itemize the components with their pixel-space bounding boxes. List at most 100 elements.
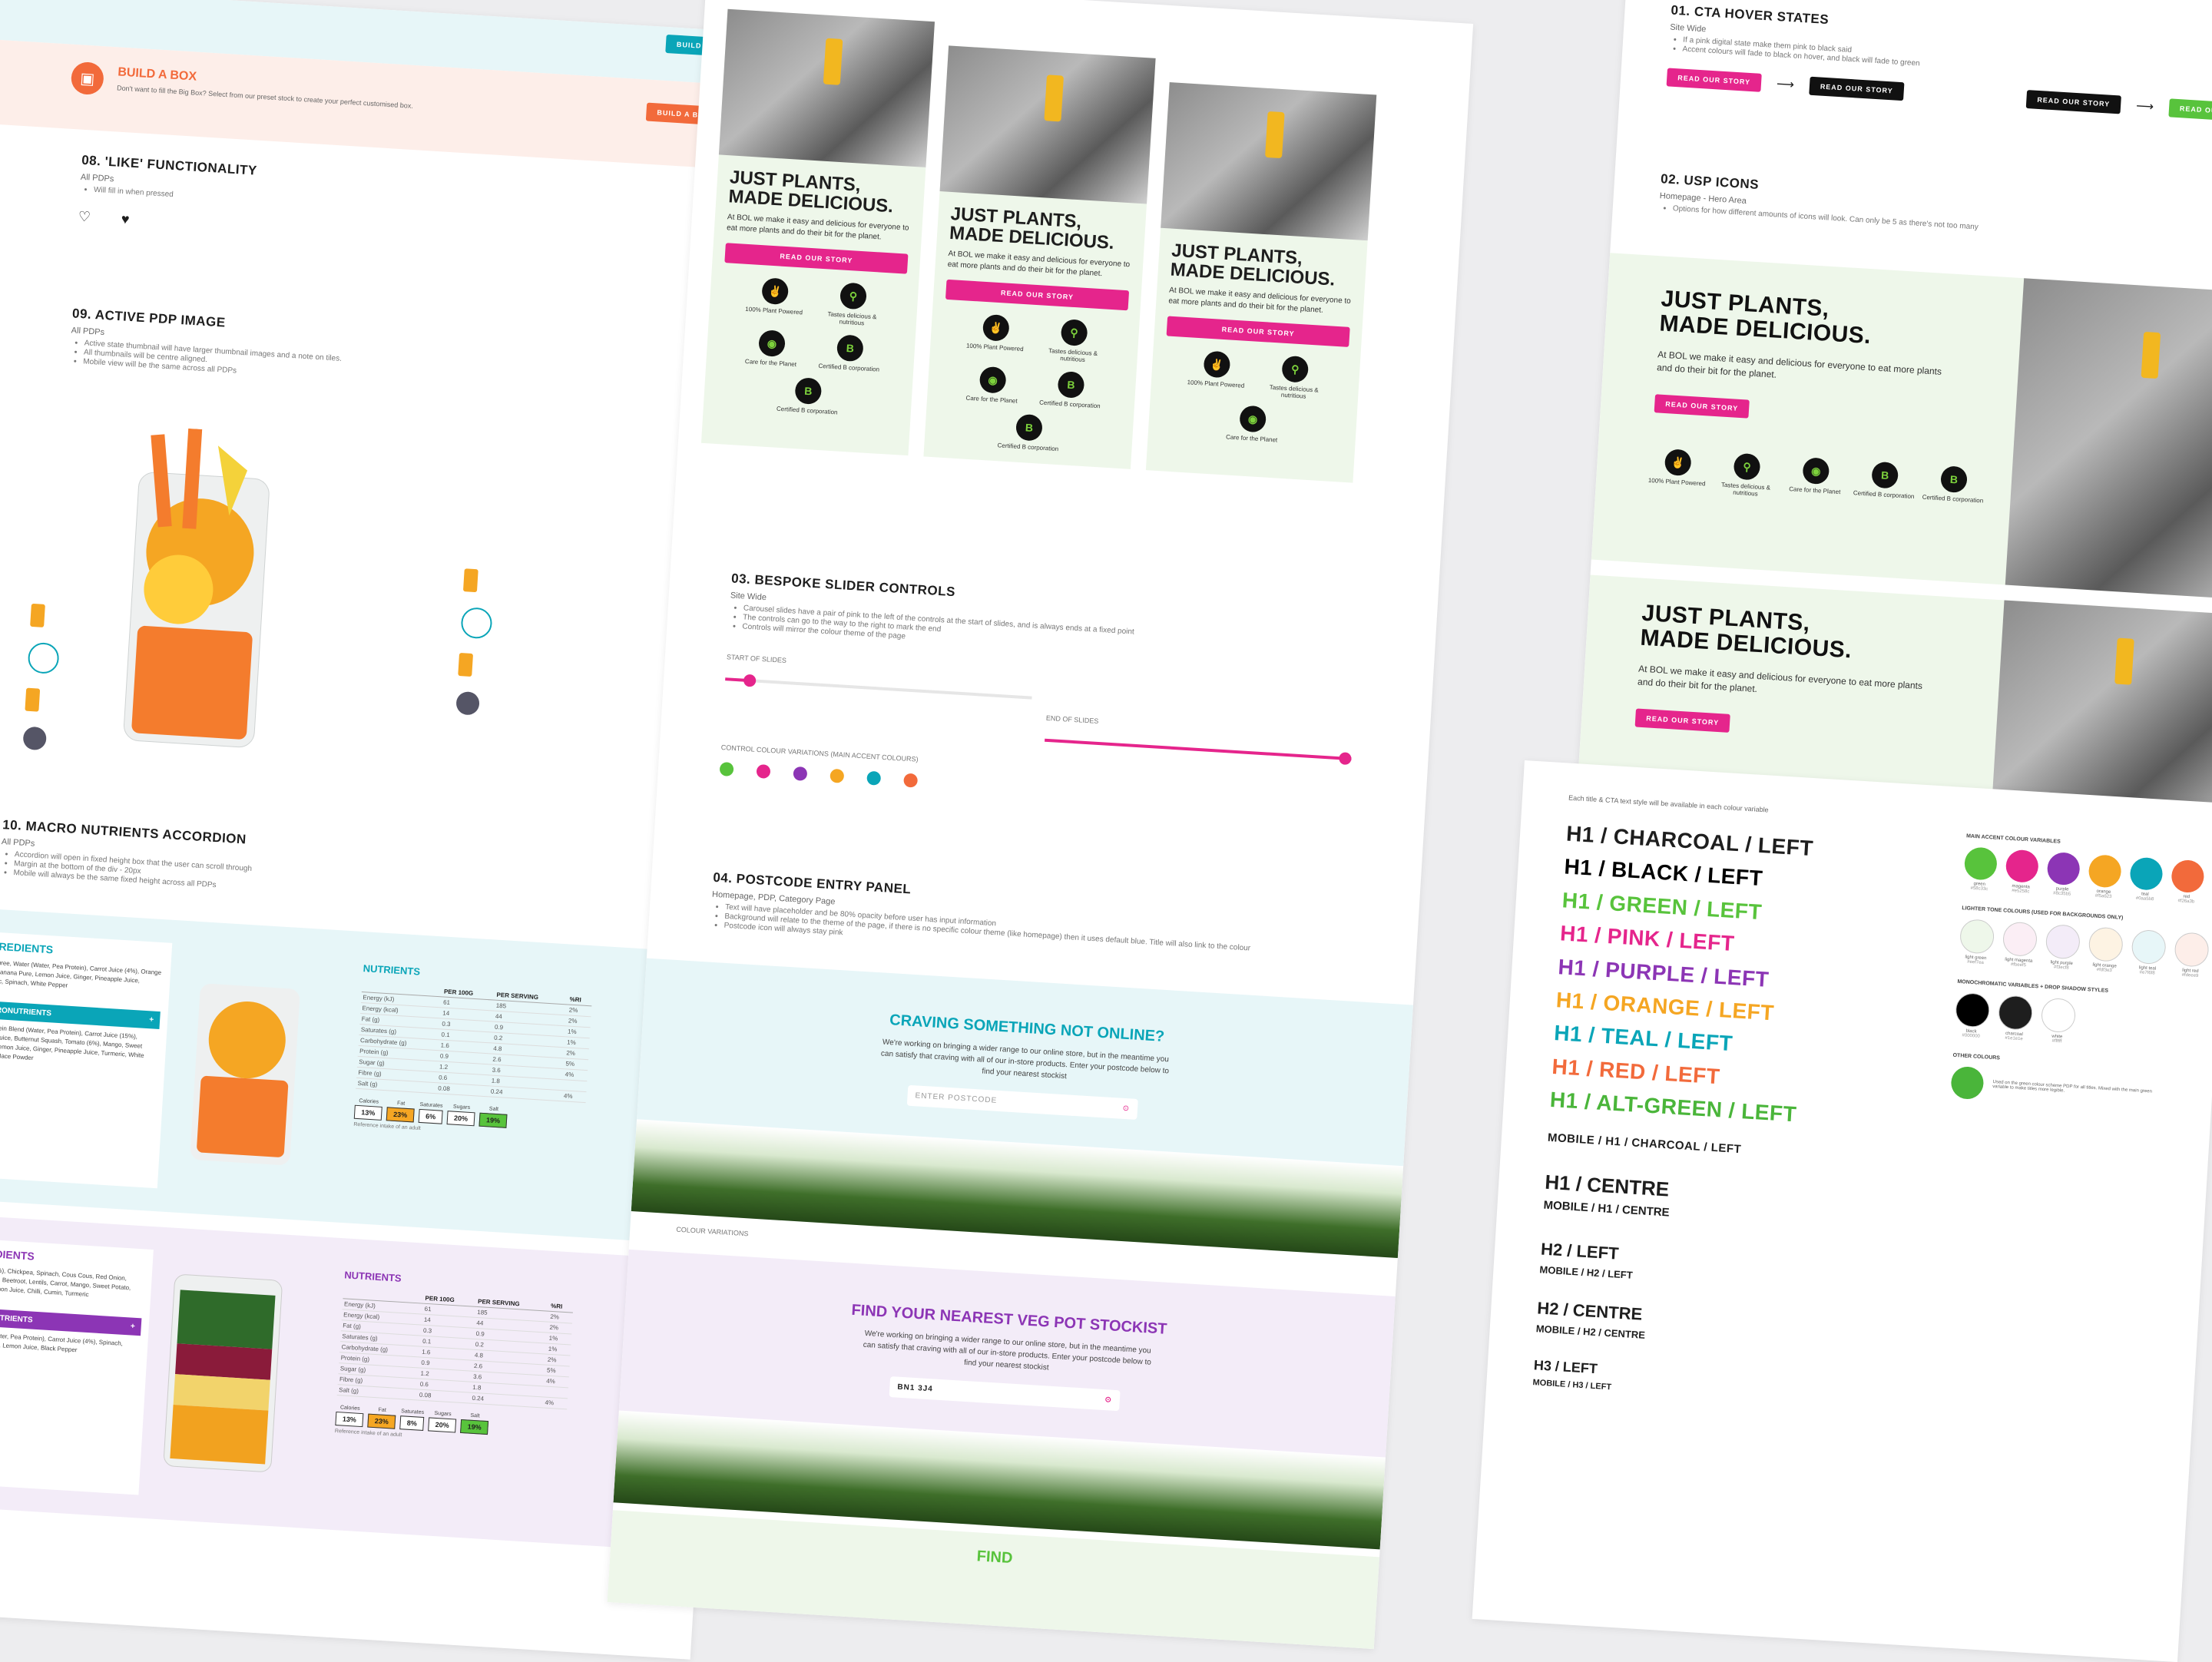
micronutrients-label: MICRONUTRIENTS [0, 1312, 33, 1325]
usp-item: B Certified B corporation [1918, 464, 1989, 511]
usp-card: JUST PLANTS, MADE DELICIOUS. At BOL we mak… [923, 45, 1156, 470]
swatch-item: red #f26a3b [2170, 859, 2205, 905]
heart-filled-icon[interactable]: ♥ [121, 211, 130, 228]
thumbnail-active[interactable] [460, 607, 493, 640]
pill-label: Calories [359, 1098, 379, 1105]
thumbnail[interactable] [25, 687, 41, 712]
nutrient-pill: Sugars 20% [446, 1104, 476, 1127]
swatch-item: light teal #e7f6f8 [2130, 929, 2167, 977]
postcode-panel-teal: CRAVING SOMETHING NOT ONLINE? We're work… [631, 958, 1413, 1259]
location-pin-icon[interactable]: ⊙ [1104, 1395, 1112, 1405]
bottle-image [2114, 637, 2134, 685]
read-story-button[interactable]: READ OUR STORY [1166, 316, 1350, 348]
slider-track [725, 677, 1032, 700]
read-story-button[interactable]: READ OUR STORY [1666, 68, 1762, 92]
nutrient-pill: Saturates 8% [399, 1409, 425, 1431]
slider-handle[interactable] [743, 674, 757, 687]
usp-item: ✌ 100% Plant Powered [1641, 447, 1713, 494]
thumbnail[interactable] [455, 690, 480, 716]
b-corp-icon: B [1940, 465, 1969, 494]
read-story-button[interactable]: READ OUR STORY [1654, 394, 1750, 419]
heart-outline-icon[interactable]: ♡ [78, 209, 91, 226]
colour-swatch [2088, 854, 2122, 889]
micronutrients-toggle[interactable]: MICRONUTRIENTS + [0, 1306, 142, 1336]
usp-item: ⚲ Tastes delicious & nutritious [1259, 354, 1330, 401]
usp-label: Tastes delicious & nutritious [1048, 347, 1098, 364]
thumbnail[interactable] [458, 652, 474, 677]
slider-handle-variation [903, 773, 919, 788]
pill-label: Saturates [400, 1409, 425, 1415]
usp-label: 100% Plant Powered [1647, 476, 1706, 488]
pill-value: 13% [335, 1412, 364, 1428]
usp-item: B Certified B corporation [993, 412, 1065, 452]
nutrient-pill: Sugars 20% [428, 1410, 457, 1433]
pill-value: 20% [428, 1417, 457, 1433]
slider-handle-variation [830, 768, 845, 783]
swatch-hex: #f3ecf8 [2053, 965, 2069, 971]
nutrient-pill: Calories 13% [335, 1405, 364, 1428]
usp-label: Care for the Planet [1225, 433, 1278, 444]
thumbnail[interactable] [30, 603, 45, 627]
swatch-hex: #58c33c [1970, 886, 1988, 892]
type-style-list: H1 / CHARCOAL / LEFT H1 / BLACK / LEFT H1 … [1549, 817, 1814, 1131]
slider-handle[interactable] [1338, 752, 1352, 766]
usp-label: Care for the Planet [1789, 485, 1841, 496]
hero-text: At BOL we make it easy and delicious for… [1637, 663, 1923, 695]
read-story-button-hover[interactable]: READ OUR STORY [1809, 76, 1905, 101]
other-colours: Used on the green colour scheme PDP for … [1950, 1065, 2212, 1115]
card-photo [939, 45, 1156, 204]
b-corp-icon: B [1057, 371, 1085, 399]
b-corp-icon: B [836, 334, 864, 363]
spoon-icon: ⚲ [839, 282, 867, 310]
read-story-button[interactable]: READ OUR STORY [945, 280, 1130, 311]
b-corp-icon: B [794, 377, 823, 406]
section-usp-icons: 02. USP ICONS Homepage - Hero Area Optio… [1658, 171, 1980, 232]
plus-icon: + [130, 1322, 136, 1331]
postcode-input[interactable]: ENTER POSTCODE ⊙ [906, 1084, 1138, 1120]
mono-swatches: black #000000 charcoal #1e1e1e white #ffffff [1954, 992, 2212, 1054]
swatch-hex: #eef7ea [1966, 959, 1985, 965]
usp-item: ⚲ Tastes delicious & nutritious [1038, 318, 1109, 365]
thumbnail-active[interactable] [27, 641, 60, 675]
nutrients-panel: NUTRIENTS PER 100G PER SERVING %RI Energ… [335, 1269, 575, 1448]
pill-value: 19% [478, 1112, 508, 1128]
postcode-input[interactable]: BN1 3J4 ⊙ [889, 1376, 1121, 1412]
read-story-button-black[interactable]: READ OUR STORY [2025, 90, 2121, 114]
card-photo [1161, 82, 1377, 241]
section-like: 08. 'LIKE' FUNCTIONALITY All PDPs Will f… [78, 153, 257, 236]
read-story-button[interactable]: READ OUR STORY [1634, 708, 1730, 733]
location-pin-icon[interactable]: ⊙ [1122, 1104, 1130, 1114]
colour-swatch [1997, 995, 2034, 1031]
nutrient-pill: Salt 19% [478, 1106, 508, 1128]
thumbnail-strip [22, 603, 62, 751]
board-type-styles: Each title & CTA text style will be avai… [1472, 760, 2212, 1662]
read-story-button-green[interactable]: READ OUR STORY [2168, 98, 2212, 123]
pill-label: Salt [470, 1412, 480, 1419]
box-icon: ▣ [70, 61, 105, 96]
table-cell: 4% [543, 1396, 568, 1409]
pill-value: 19% [460, 1419, 489, 1435]
micronutrients-text: Pea Protein Blend (Water, Pea Protein), … [0, 1023, 144, 1062]
usp-label: Certified B corporation [1038, 399, 1101, 410]
postcode-value: BN1 3J4 [897, 1382, 934, 1394]
thumbnail-strip-vertical [455, 568, 495, 716]
nutrient-pill: Salt 19% [460, 1412, 489, 1435]
bottle-image [2141, 331, 2161, 379]
swatch-hex: #e7f6f8 [2139, 970, 2155, 976]
read-story-button[interactable]: READ OUR STORY [724, 243, 909, 275]
usp-grid: ✌ 100% Plant Powered ⚲ Tastes delicious & n… [716, 275, 906, 419]
usp-item: ✌ 100% Plant Powered [1181, 349, 1252, 396]
smoothie-cup-image [124, 428, 270, 748]
usp-card-row: JUST PLANTS, MADE DELICIOUS. At BOL we mak… [700, 8, 1379, 483]
swatch-hex: #f26a3b [2177, 899, 2195, 905]
thumbnail[interactable] [462, 568, 478, 593]
thumbnail[interactable] [22, 726, 48, 751]
usp-label: Care for the Planet [965, 395, 1018, 406]
postcode-placeholder: ENTER POSTCODE [915, 1091, 998, 1105]
product-image [108, 425, 288, 757]
usp-grid: ✌ 100% Plant Powered ⚲ Tastes delicious & n… [936, 312, 1127, 456]
slider-handle-variation [793, 766, 808, 781]
bottle-image [823, 38, 843, 85]
card-text: At BOL we make it easy and delicious for… [726, 213, 909, 242]
usp-label: 100% Plant Powered [745, 306, 803, 316]
